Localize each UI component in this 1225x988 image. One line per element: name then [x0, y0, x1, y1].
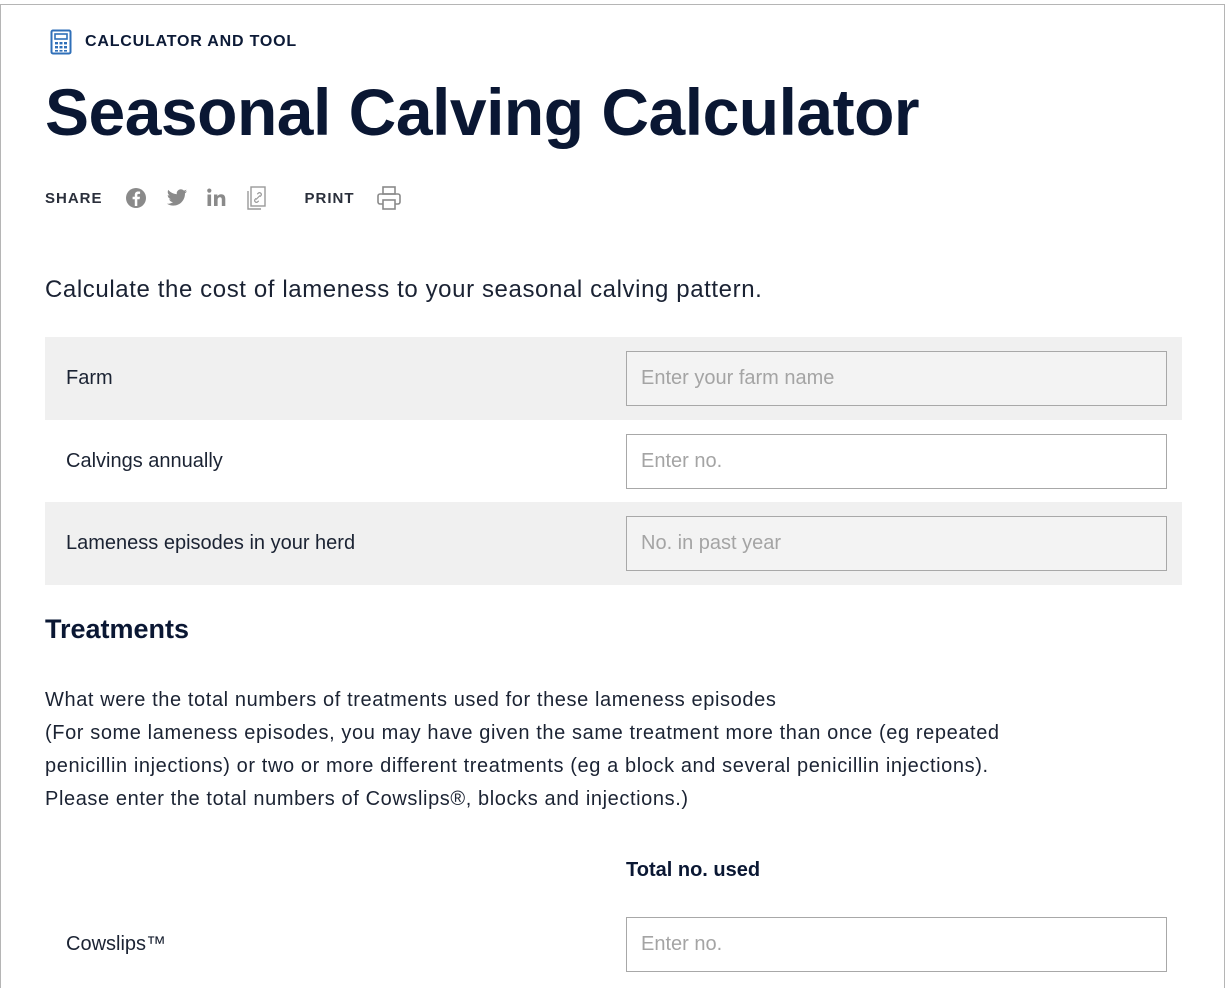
description-line: (For some lameness episodes, you may hav… — [45, 722, 1000, 744]
facebook-icon[interactable] — [125, 187, 147, 209]
intro-text: Calculate the cost of lameness to your s… — [45, 276, 763, 303]
description-line: What were the total numbers of treatment… — [45, 689, 777, 711]
calculator-icon — [50, 29, 72, 55]
description-line: Please enter the total numbers of Cowsli… — [45, 788, 689, 810]
farm-row: Farm — [45, 337, 1182, 420]
share-bar: SHARE PRINT — [45, 183, 402, 213]
page-title: Seasonal Calving Calculator — [45, 75, 920, 149]
lameness-row: Lameness episodes in your herd — [45, 502, 1182, 585]
share-label: SHARE — [45, 189, 103, 207]
eyebrow-label: CALCULATOR AND TOOL — [85, 33, 297, 50]
lameness-label: Lameness episodes in your herd — [66, 532, 356, 554]
linkedin-icon[interactable] — [206, 187, 228, 209]
treatments-heading: Treatments — [45, 614, 190, 644]
farm-label: Farm — [66, 367, 113, 389]
calvings-label: Calvings annually — [66, 450, 223, 472]
treatments-description: What were the total numbers of treatment… — [45, 684, 1195, 816]
calvings-row: Calvings annually — [45, 420, 1182, 503]
cowslips-row: Cowslips™ — [45, 903, 1182, 986]
twitter-icon[interactable] — [166, 187, 188, 209]
copy-link-icon[interactable] — [245, 185, 267, 211]
farm-name-input[interactable] — [626, 351, 1167, 406]
print-button[interactable]: PRINT — [305, 190, 355, 207]
description-line: penicillin injections) or two or more di… — [45, 755, 989, 777]
cowslips-label: Cowslips™ — [66, 933, 167, 955]
lameness-episodes-input[interactable] — [626, 516, 1167, 571]
cowslips-input[interactable] — [626, 917, 1167, 972]
calvings-input[interactable] — [626, 434, 1167, 489]
printer-icon[interactable] — [376, 185, 402, 211]
eyebrow: CALCULATOR AND TOOL — [50, 29, 297, 55]
total-used-column-header: Total no. used — [626, 859, 761, 881]
